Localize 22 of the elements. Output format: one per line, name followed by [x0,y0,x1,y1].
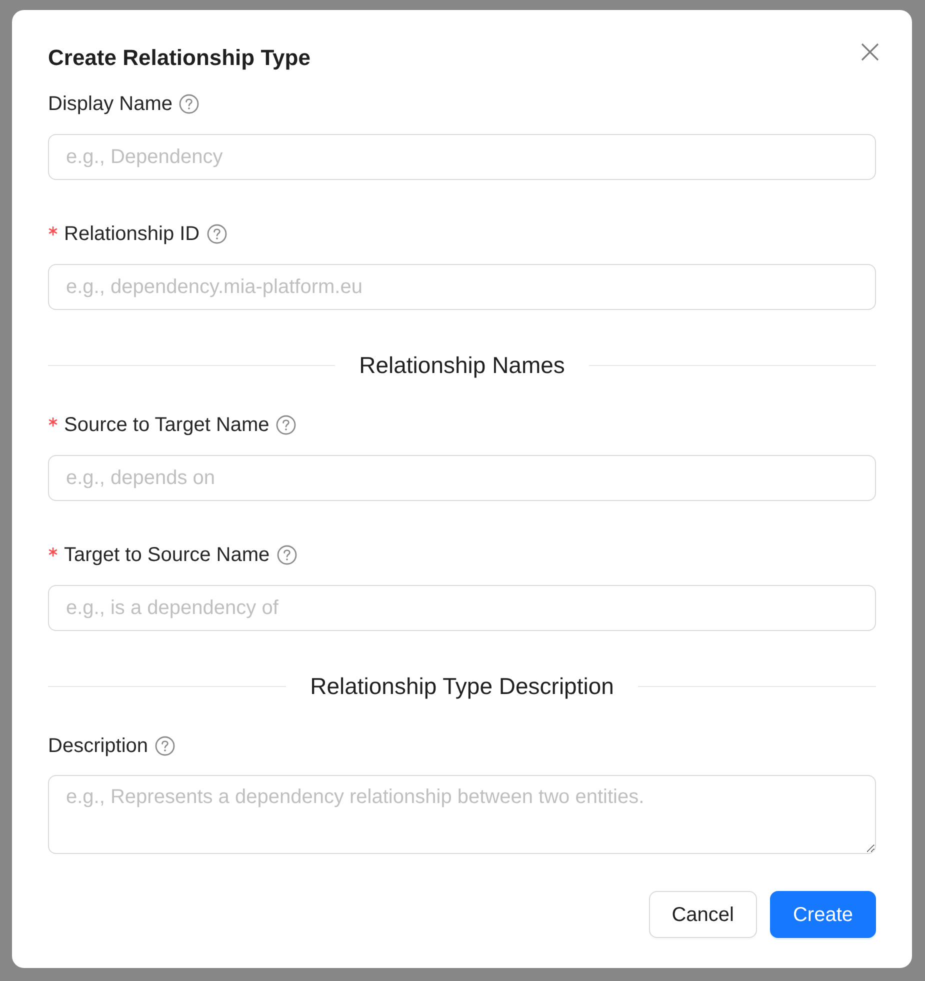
help-icon [155,736,176,756]
help-icon [206,224,227,244]
help-icon [276,415,296,435]
field-label: Target to Source Name [64,543,270,568]
field-label: Source to Target Name [64,413,270,438]
field-label: Display Name [48,92,172,117]
text-input-field[interactable]: e.g., dependency.mia-platform.eu [48,264,876,310]
close-icon [861,43,879,61]
close-button[interactable] [859,41,881,63]
section-heading: Relationship Names [358,351,566,379]
description-textarea[interactable]: e.g., Represents a dependency relationship between two entities. [48,775,876,854]
section-heading: Relationship Type Description [309,672,615,700]
dialog-title: Create Relationship Type [48,44,310,72]
create-button[interactable]: Create [770,891,876,938]
text-input-field[interactable]: e.g., is a dependency of [48,585,876,631]
text-input-field[interactable]: e.g., depends on [48,455,876,501]
help-icon [179,94,200,114]
field-label: Description [48,734,148,759]
text-input-field[interactable]: e.g., Dependency [48,134,876,180]
field-label: Relationship ID [64,222,200,247]
cancel-button[interactable]: Cancel [648,891,757,938]
help-icon [276,545,297,565]
